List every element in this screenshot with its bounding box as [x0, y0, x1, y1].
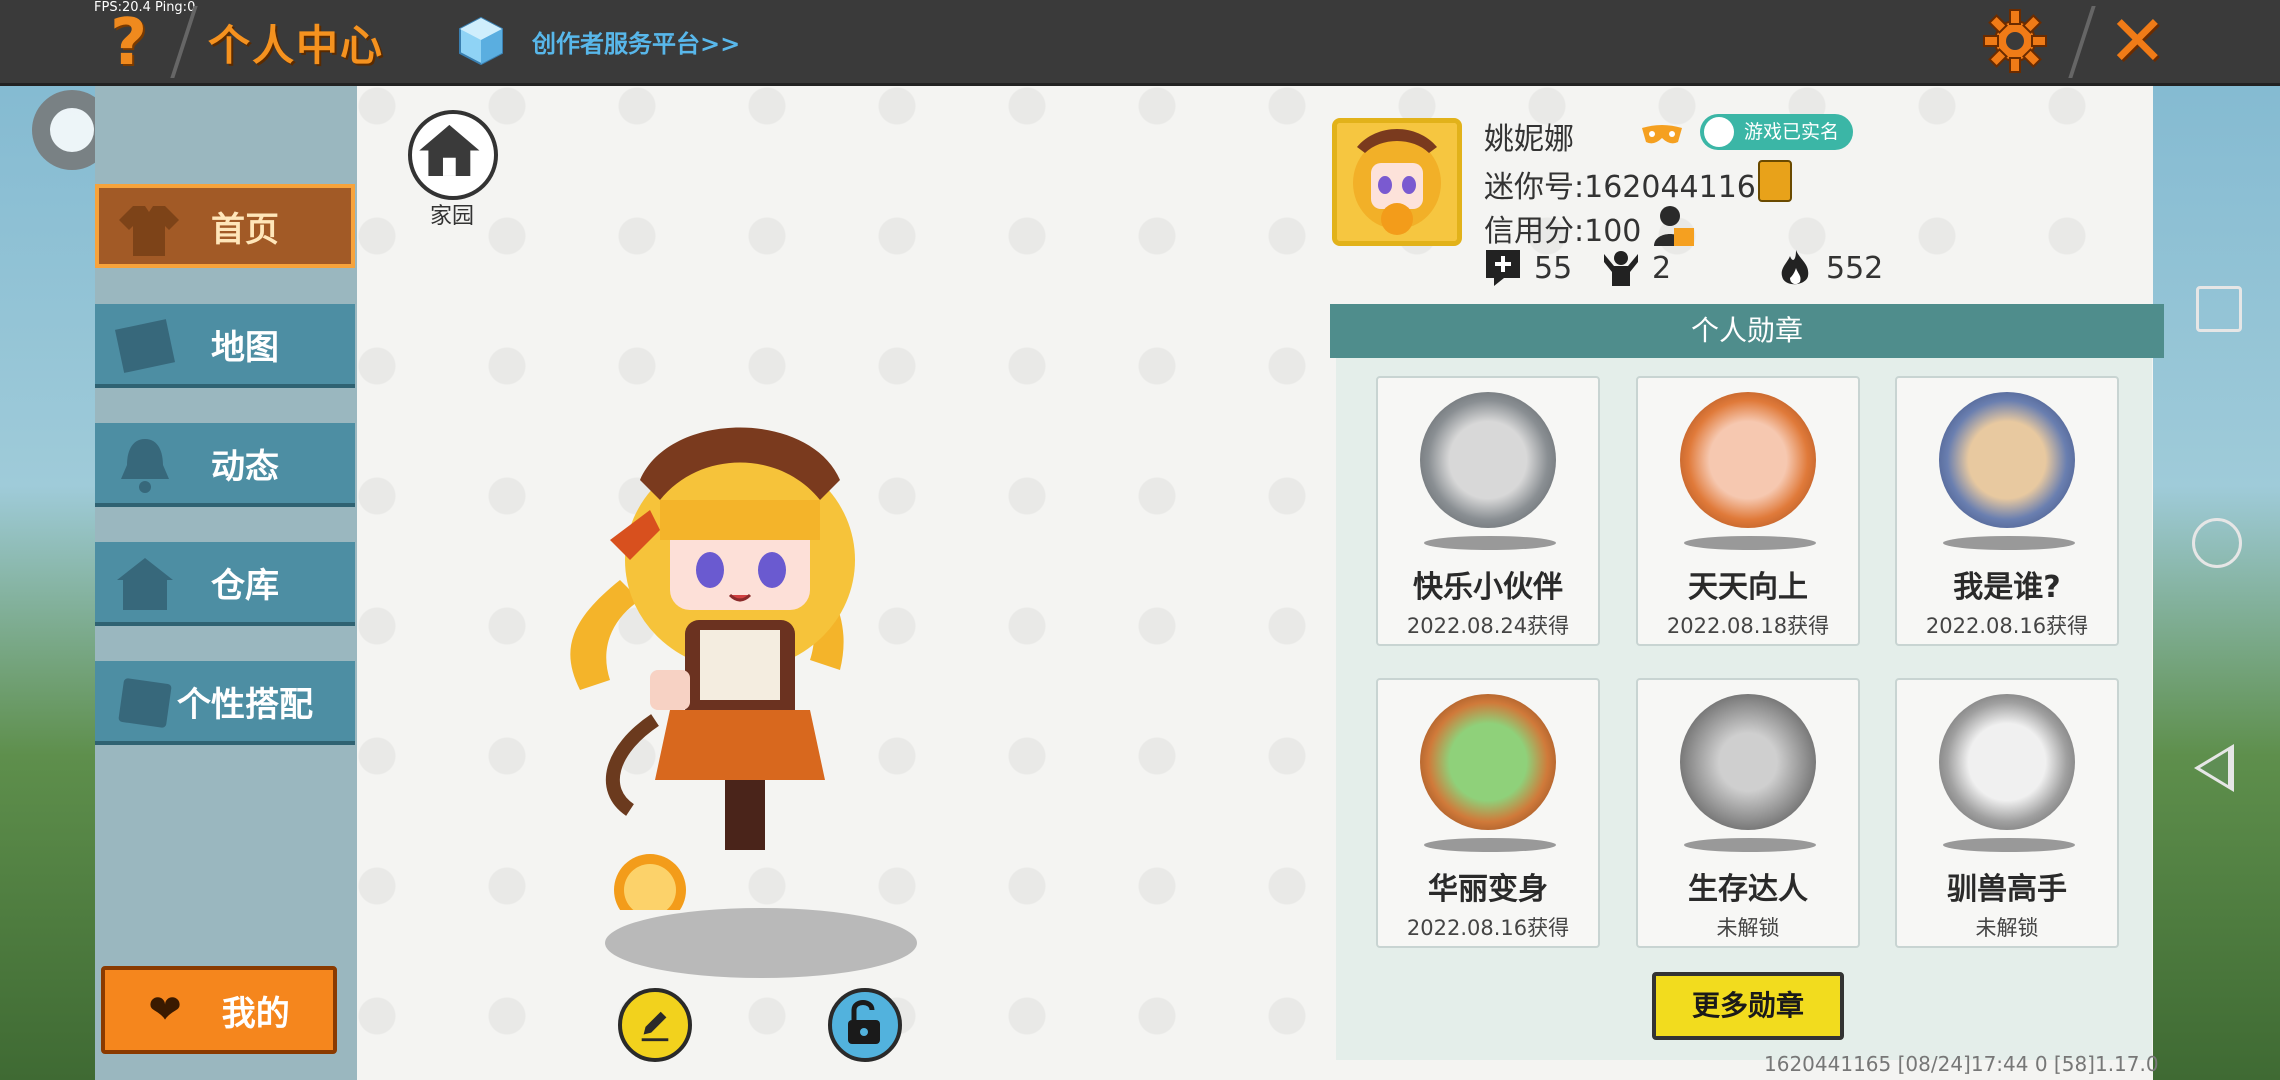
version-footer: 1620441165 [08/24]17:44 0 [58]1.17.0 [1764, 1052, 2159, 1076]
medal-status: 2022.08.16获得 [1406, 916, 1570, 940]
sidebar-item-label: 动态 [211, 446, 279, 487]
medal-badge-icon [1420, 694, 1556, 830]
creator-platform-link[interactable]: 创作者服务平台>> [532, 24, 740, 59]
mini-id: 迷你号:1620441165 [1484, 170, 1775, 205]
medal-status: 2022.08.24获得 [1406, 614, 1570, 638]
medal-badge-icon [1939, 392, 2075, 528]
medal-card[interactable]: 生存达人 未解锁 [1636, 678, 1860, 948]
house-icon [419, 124, 480, 176]
sidebar: 首页 地图 动态 仓库 个性搭配 ❤ 我的 [95, 86, 357, 1080]
medal-card[interactable]: 驯兽高手 未解锁 [1895, 678, 2119, 948]
medal-badge-icon [1420, 392, 1556, 528]
flame-icon [1781, 250, 1809, 285]
unlock-icon [848, 1000, 880, 1044]
page-title: 个人中心 [208, 21, 385, 70]
medal-status: 未解锁 [1975, 916, 2039, 940]
recents-icon[interactable] [2196, 286, 2242, 332]
mine-label: 我的 [221, 993, 290, 1034]
medal-card[interactable]: 华丽变身 2022.08.16获得 [1376, 678, 1600, 948]
avatar-portrait [1337, 123, 1457, 241]
divider [2068, 6, 2096, 78]
fans-count: 2 [1652, 250, 1672, 286]
medal-plinth [1684, 838, 1816, 852]
medal-badge-icon [1680, 694, 1816, 830]
sidebar-item-warehouse[interactable]: 仓库 [95, 542, 355, 626]
verified-label: 游戏已实名 [1744, 121, 1840, 143]
top-bar: FPS:20.4 Ping:0 ? 个人中心 创作者服务平台>> ✕ [0, 0, 2280, 86]
mask-icon[interactable] [1640, 122, 1684, 155]
copy-icon[interactable] [1758, 160, 1792, 202]
medal-plinth [1424, 536, 1556, 550]
back-icon[interactable] [2194, 744, 2234, 792]
sidebar-item-label: 个性搭配 [177, 684, 313, 725]
outfit-icon [118, 678, 172, 728]
medal-name: 驯兽高手 [1947, 872, 2067, 907]
medal-status: 2022.08.16获得 [1925, 614, 2089, 638]
pencil-icon [641, 1011, 669, 1042]
sidebar-item-feed[interactable]: 动态 [95, 423, 355, 507]
medal-card[interactable]: 天天向上 2022.08.18获得 [1636, 376, 1860, 646]
person-check-icon [1704, 117, 1734, 147]
unlock-button[interactable] [828, 988, 902, 1062]
medal-status: 未解锁 [1716, 916, 1780, 940]
medals-header: 个人勋章 [1330, 304, 2164, 358]
medal-status: 2022.08.18获得 [1666, 614, 1830, 638]
avatar[interactable] [1332, 118, 1462, 246]
character-avatar[interactable] [550, 390, 930, 910]
medal-card[interactable]: 快乐小伙伴 2022.08.24获得 [1376, 376, 1600, 646]
edit-button[interactable] [618, 988, 692, 1062]
mine-button[interactable]: ❤ 我的 [101, 966, 337, 1054]
map-icon [114, 319, 176, 373]
sidebar-item-label: 地图 [211, 327, 279, 368]
gear-icon[interactable] [1982, 8, 2048, 74]
bell-icon [121, 439, 169, 493]
warehouse-icon [117, 558, 173, 610]
divider [170, 6, 198, 78]
fans-stat[interactable]: 2 [1602, 248, 1671, 288]
friends-stat[interactable]: 55 [1484, 248, 1572, 288]
character-shadow [605, 908, 917, 978]
add-friend-icon [1486, 250, 1520, 286]
fans-icon [1604, 251, 1638, 286]
credit-score: 信用分:100 [1484, 214, 1642, 249]
home-label: 家园 [430, 204, 475, 229]
verified-badge[interactable]: 游戏已实名 [1700, 114, 1854, 150]
more-medals-button[interactable]: 更多勋章 [1652, 972, 1844, 1040]
medal-plinth [1684, 536, 1816, 550]
friends-count: 55 [1534, 250, 1573, 286]
medal-name: 天天向上 [1688, 570, 1808, 605]
medal-plinth [1943, 536, 2075, 550]
medal-name: 快乐小伙伴 [1413, 570, 1563, 605]
home-icon[interactable] [408, 110, 498, 200]
medal-plinth [1424, 838, 1556, 852]
medal-badge-icon [1680, 392, 1816, 528]
medal-badge-icon [1939, 694, 2075, 830]
medal-card[interactable]: 我是谁? 2022.08.16获得 [1895, 376, 2119, 646]
home-nav-icon[interactable] [2192, 518, 2242, 568]
sidebar-item-label: 首页 [211, 209, 279, 250]
sidebar-item-home[interactable]: 首页 [95, 184, 355, 268]
heat-stat[interactable]: 552 [1776, 248, 1883, 288]
sidebar-item-map[interactable]: 地图 [95, 304, 355, 388]
shirt-icon [119, 206, 179, 256]
medal-name: 生存达人 [1688, 872, 1808, 907]
heart-icon: ❤ [148, 987, 182, 1033]
medal-name: 华丽变身 [1428, 872, 1548, 907]
sidebar-item-outfit[interactable]: 个性搭配 [95, 661, 355, 745]
credit-person-icon[interactable] [1652, 204, 1694, 248]
user-name: 姚妮娜 [1484, 122, 1574, 157]
sidebar-item-label: 仓库 [211, 565, 279, 606]
medal-plinth [1943, 838, 2075, 852]
help-icon[interactable]: ? [110, 6, 147, 80]
cube-icon[interactable] [458, 16, 504, 66]
medal-name: 我是谁? [1953, 570, 2061, 605]
heat-count: 552 [1826, 250, 1884, 286]
